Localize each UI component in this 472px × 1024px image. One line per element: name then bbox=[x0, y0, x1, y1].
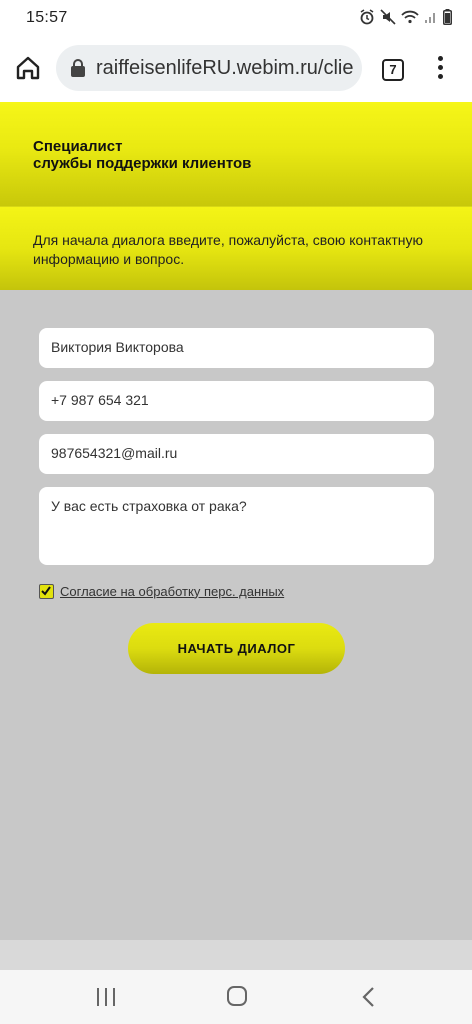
chat-header: Специалист службы поддержки клиентов bbox=[0, 102, 472, 206]
url-text: raiffeisenlifeRU.webim.ru/clie bbox=[96, 57, 354, 79]
consent-checkbox[interactable] bbox=[39, 583, 54, 599]
header-line-1: Специалист bbox=[33, 138, 123, 155]
address-bar[interactable]: raiffeisenlifeRU.webim.ru/clie bbox=[56, 45, 362, 91]
consent-link[interactable]: Согласие на обработку перс. данных bbox=[60, 584, 284, 599]
battery-icon bbox=[443, 9, 452, 25]
phone-field[interactable]: +7 987 654 321 bbox=[39, 381, 434, 421]
lock-icon bbox=[71, 59, 85, 77]
operator-title: Специалист службы поддержки клиентов bbox=[33, 138, 433, 172]
name-field[interactable]: Виктория Викторова bbox=[39, 328, 434, 368]
intro-text: Для начала диалога введите, пожалуйста, … bbox=[33, 232, 424, 267]
browser-toolbar: raiffeisenlifeRU.webim.ru/clie 7 bbox=[0, 36, 472, 102]
status-time: 15:57 bbox=[26, 9, 68, 26]
more-menu-icon[interactable] bbox=[430, 56, 450, 82]
screen: 15:57 raiffeisenlifeRU.webim.ru/clie 7 С… bbox=[0, 0, 472, 1024]
status-bar: 15:57 bbox=[0, 0, 472, 36]
email-field[interactable]: 987654321@mail.ru bbox=[39, 434, 434, 474]
back-nav-icon[interactable] bbox=[360, 986, 376, 1008]
mute-icon bbox=[380, 9, 396, 25]
home-nav-icon[interactable] bbox=[226, 985, 248, 1007]
header-line-2: службы поддержки клиентов bbox=[33, 155, 252, 172]
recent-apps-icon[interactable] bbox=[96, 986, 116, 1008]
contact-form: Виктория Викторова +7 987 654 321 987654… bbox=[0, 290, 472, 940]
status-icons bbox=[359, 9, 452, 25]
consent-row: Согласие на обработку перс. данных bbox=[39, 581, 284, 601]
home-icon[interactable] bbox=[14, 54, 42, 82]
page-bottom-strip bbox=[0, 940, 472, 970]
checkmark-icon bbox=[41, 585, 51, 596]
question-field[interactable]: У вас есть страховка от рака? bbox=[39, 487, 434, 565]
tab-switcher-button[interactable]: 7 bbox=[382, 59, 404, 81]
start-dialog-button[interactable]: НАЧАТЬ ДИАЛОГ bbox=[128, 623, 345, 674]
intro-banner: Для начала диалога введите, пожалуйста, … bbox=[0, 206, 472, 290]
signal-icon bbox=[425, 13, 435, 23]
wifi-icon bbox=[401, 10, 419, 24]
alarm-icon bbox=[360, 9, 374, 25]
system-nav-bar bbox=[0, 970, 472, 1024]
